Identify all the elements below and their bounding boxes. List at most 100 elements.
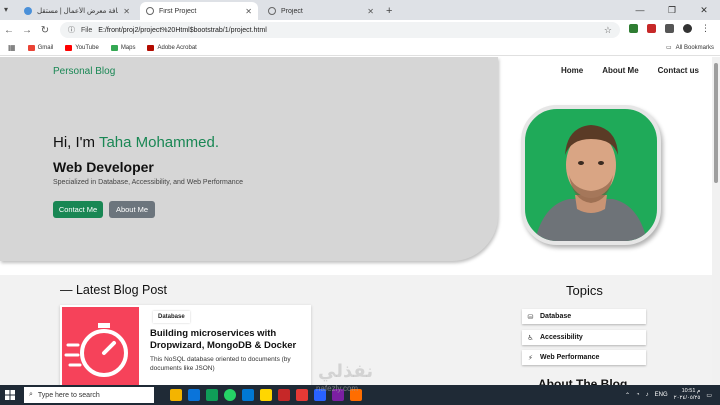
topic-accessibility[interactable]: ♿ Accessibility	[522, 330, 646, 345]
scrollbar-thumb[interactable]	[714, 63, 718, 183]
bookmark-maps[interactable]: Maps	[110, 44, 135, 51]
bookmark-youtube[interactable]: YouTube	[65, 44, 99, 51]
tab-favicon	[24, 7, 32, 15]
hero-greeting: Hi, I'm Taha Mohammed.	[53, 134, 219, 151]
watermark-arabic: نفذلي	[318, 361, 374, 381]
edge-icon[interactable]	[206, 389, 218, 401]
page-viewport: Personal Blog Home About Me Contact us H…	[0, 57, 712, 385]
database-icon: ⛁	[527, 313, 534, 321]
close-window-icon[interactable]: ✕	[688, 0, 720, 20]
browser-toolbar: ← → ↻ ⓘ File E:/front/proj2/project%20Ht…	[0, 20, 720, 40]
bookmark-star-icon[interactable]: ☆	[604, 25, 612, 36]
browser-tab-1[interactable]: إضافة معرض الأعمال | مستقل ✕	[18, 2, 136, 20]
chrome-icon[interactable]	[260, 389, 272, 401]
tab-search-icon[interactable]: ▾	[4, 5, 8, 14]
page-scrollbar[interactable]	[712, 57, 720, 385]
back-icon[interactable]: ←	[0, 25, 18, 36]
post-title[interactable]: Building microservices with Dropwizard, …	[150, 328, 308, 352]
person-portrait-illustration	[535, 125, 647, 241]
latest-post-title: Latest Blog Post	[75, 283, 168, 297]
maximize-icon[interactable]: ❐	[656, 0, 688, 20]
post-category-badge[interactable]: Database	[153, 311, 190, 323]
acrobat-taskbar-icon[interactable]	[278, 389, 290, 401]
site-brand[interactable]: Personal Blog	[53, 66, 115, 77]
tray-chevron-icon[interactable]: ⌃	[625, 392, 630, 399]
tab-close-icon[interactable]: ✕	[367, 7, 374, 16]
address-bar[interactable]: ⓘ File E:/front/proj2/project%20Html$boo…	[60, 22, 620, 38]
bookmark-gmail[interactable]: Gmail	[27, 44, 54, 51]
site-info-label: File	[81, 26, 93, 34]
network-icon[interactable]: ◔	[636, 392, 640, 398]
notifications-icon[interactable]: ▭	[706, 392, 712, 399]
all-bookmarks-label: All Bookmarks	[675, 44, 714, 51]
tab-title: First Project	[159, 7, 197, 15]
profile-photo	[521, 105, 661, 245]
minimize-icon[interactable]: —	[624, 0, 656, 20]
url-text[interactable]: E:/front/proj2/project%20Html$bootstrab/…	[98, 27, 598, 34]
gmail-icon	[27, 44, 35, 51]
greeting-text: Hi, I'm	[53, 134, 99, 151]
extension-icon[interactable]	[629, 24, 638, 33]
topic-label: Web Performance	[540, 354, 600, 361]
contact-me-button[interactable]: Contact Me	[53, 201, 103, 218]
store-icon[interactable]	[188, 389, 200, 401]
acrobat-icon	[147, 44, 155, 51]
nav-home[interactable]: Home	[561, 66, 583, 75]
tab-close-icon[interactable]: ✕	[245, 7, 252, 16]
tab-close-icon[interactable]: ✕	[123, 7, 130, 16]
new-tab-icon[interactable]: +	[386, 2, 392, 20]
file-explorer-icon[interactable]	[170, 389, 182, 401]
forward-icon[interactable]: →	[18, 25, 36, 36]
hero-role: Web Developer	[53, 159, 154, 175]
hero-specialty: Specialized in Database, Accessibility, …	[53, 179, 244, 186]
browser-tab-3[interactable]: Project ✕	[262, 2, 380, 20]
extensions-puzzle-icon[interactable]	[665, 24, 674, 33]
youtube-icon	[65, 44, 73, 51]
post-description: This NoSQL database oriented to document…	[150, 356, 291, 372]
post-thumbnail	[62, 307, 139, 385]
windows-taskbar: ⌕ Type here to search ⌃ ◔ ♪ ENG 10:51 م …	[0, 385, 720, 405]
language-indicator[interactable]: ENG	[655, 392, 668, 398]
app-icon[interactable]	[296, 389, 308, 401]
profile-avatar[interactable]	[683, 24, 692, 33]
clock-time: 10:51 م	[681, 388, 701, 394]
whatsapp-icon[interactable]	[224, 389, 236, 401]
system-tray: ⌃ ◔ ♪ ENG 10:51 م ٢٠٢٤/٠٥/٢٥ ▭	[625, 385, 712, 405]
about-blog-heading: About The Blog	[538, 377, 628, 385]
bookmarks-bar: ▦ Gmail YouTube Maps Adobe Acrobat ▭ All…	[0, 40, 720, 56]
taskbar-clock[interactable]: 10:51 م ٢٠٢٤/٠٥/٢٥	[674, 388, 701, 402]
windows-start-icon[interactable]	[0, 385, 20, 405]
topic-database[interactable]: ⛁ Database	[522, 309, 646, 324]
volume-icon[interactable]: ♪	[646, 392, 649, 398]
maps-icon	[110, 44, 118, 51]
window-controls: — ❐ ✕	[624, 0, 720, 20]
clock-date: ٢٠٢٤/٠٥/٢٥	[673, 395, 701, 401]
browser-tab-2[interactable]: First Project ✕	[140, 2, 258, 20]
bookmark-acrobat[interactable]: Adobe Acrobat	[147, 44, 197, 51]
bookmark-label: Gmail	[37, 44, 54, 51]
menu-dots-icon[interactable]: ⋮	[701, 23, 710, 34]
all-bookmarks[interactable]: ▭ All Bookmarks	[666, 44, 714, 52]
reload-icon[interactable]: ↻	[36, 25, 54, 36]
extensions-area: ⋮	[629, 23, 710, 34]
nav-about[interactable]: About Me	[602, 66, 638, 75]
mail-icon[interactable]	[242, 389, 254, 401]
hero-name: Taha Mohammed.	[98, 134, 219, 151]
topics-heading: Topics	[566, 283, 603, 298]
bookmark-label: Adobe Acrobat	[157, 44, 197, 51]
blog-post-card[interactable]: Database Building microservices with Dro…	[60, 305, 311, 385]
stopwatch-icon	[64, 323, 128, 377]
site-info-icon[interactable]: ⓘ	[68, 25, 75, 35]
globe-icon	[268, 7, 276, 15]
about-me-button[interactable]: About Me	[109, 201, 155, 218]
apps-grid-icon[interactable]: ▦	[8, 43, 16, 52]
tab-title: إضافة معرض الأعمال | مستقل	[37, 8, 119, 15]
taskbar-search-input[interactable]: ⌕ Type here to search	[24, 387, 154, 403]
nav-contact[interactable]: Contact us	[658, 66, 699, 75]
bookmark-label: YouTube	[75, 44, 99, 51]
tab-title: Project	[281, 7, 303, 15]
topic-web-performance[interactable]: ⚡ Web Performance	[522, 350, 646, 365]
search-icon: ⌕	[29, 391, 33, 398]
extension-icon[interactable]	[647, 24, 656, 33]
watermark-latin: nafezly.com	[316, 384, 359, 393]
